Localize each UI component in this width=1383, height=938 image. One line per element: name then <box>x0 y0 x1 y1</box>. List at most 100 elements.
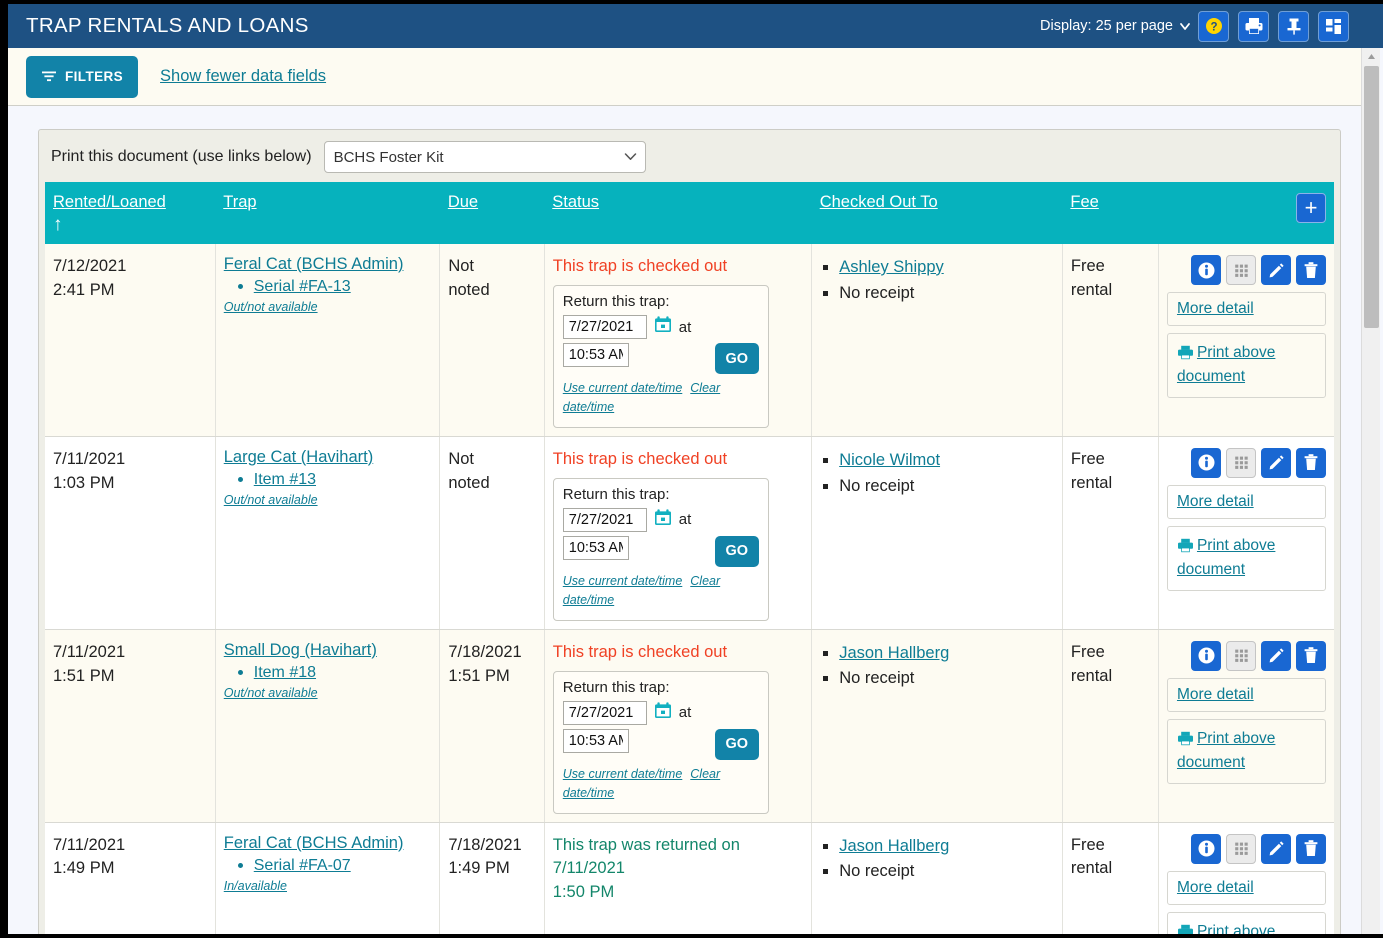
column-header-checked-out-to: Checked Out To <box>811 182 1063 244</box>
list-item: Nicole Wilmot <box>839 448 1054 473</box>
return-date-input[interactable] <box>562 507 647 532</box>
info-button[interactable] <box>1191 447 1221 478</box>
return-go-button[interactable]: GO <box>714 535 759 567</box>
document-panel: Print this document (use links below) BC… <box>38 129 1341 938</box>
more-detail-link[interactable]: More detail <box>1177 493 1254 510</box>
trap-item-link[interactable]: Item #18 <box>254 664 316 681</box>
edit-button[interactable] <box>1261 255 1291 285</box>
column-header-label[interactable]: Fee <box>1070 193 1098 211</box>
trap-availability-link[interactable]: Out/not available <box>224 493 318 507</box>
print-document-box[interactable]: Print above document <box>1166 525 1326 591</box>
edit-button[interactable] <box>1261 447 1291 478</box>
return-go-button[interactable]: GO <box>714 728 759 760</box>
use-current-datetime-link[interactable]: Use current date/time <box>563 381 683 395</box>
grid-icon <box>1233 647 1250 664</box>
grid-icon <box>1233 454 1250 471</box>
delete-button[interactable] <box>1296 447 1326 478</box>
scrollbar-thumb[interactable] <box>1364 66 1379 328</box>
calendar-icon[interactable] <box>654 702 672 724</box>
layout-button[interactable] <box>1318 10 1349 42</box>
checked-out-person-link[interactable]: Jason Hallberg <box>839 644 949 662</box>
print-document-box[interactable]: Print above document <box>1166 718 1326 784</box>
cell-rented-loaned: 7/11/2021 1:03 PM <box>45 436 216 630</box>
grid-button[interactable] <box>1226 640 1256 671</box>
trap-name-link[interactable]: Feral Cat (BCHS Admin) <box>224 834 404 852</box>
rented-time: 2:41 PM <box>53 280 115 299</box>
column-header-label[interactable]: Checked Out To <box>820 193 938 211</box>
grid-button[interactable] <box>1226 447 1256 478</box>
return-date-input[interactable] <box>562 700 647 725</box>
more-detail-link[interactable]: More detail <box>1177 300 1254 317</box>
checked-out-person-link[interactable]: Nicole Wilmot <box>839 451 940 469</box>
more-detail-link[interactable]: More detail <box>1177 686 1254 703</box>
list-item: Jason Hallberg <box>839 834 1054 859</box>
rented-date: 7/11/2021 <box>53 449 126 468</box>
return-date-input[interactable] <box>562 315 647 340</box>
more-detail-link[interactable]: More detail <box>1177 879 1254 896</box>
use-current-datetime-link[interactable]: Use current date/time <box>563 767 683 781</box>
filter-funnel-icon <box>41 70 57 83</box>
delete-button[interactable] <box>1296 640 1326 671</box>
printer-icon <box>1177 345 1193 360</box>
return-time-input[interactable] <box>562 343 629 368</box>
info-button[interactable] <box>1191 833 1221 864</box>
return-time-input[interactable] <box>562 535 629 560</box>
checked-out-person-link[interactable]: Ashley Shippy <box>839 258 944 276</box>
pencil-icon <box>1267 646 1286 665</box>
list-item: Ashley Shippy <box>839 255 1054 280</box>
return-time-input[interactable] <box>562 728 629 753</box>
table-row: 7/11/2021 1:03 PM Large Cat (Havihart) Item… <box>45 436 1334 630</box>
calendar-icon[interactable] <box>654 509 672 531</box>
delete-button[interactable] <box>1296 255 1326 285</box>
fee-line-1: Free <box>1070 835 1105 854</box>
delete-button[interactable] <box>1296 833 1326 864</box>
trap-availability-link[interactable]: In/available <box>224 879 287 893</box>
vertical-scrollbar[interactable] <box>1361 48 1380 938</box>
document-select[interactable]: BCHS Foster Kit <box>323 141 646 173</box>
more-detail-box[interactable]: More detail <box>1166 870 1326 905</box>
app-screen: TRAP RENTALS AND LOANS Display: 25 per p… <box>0 0 1383 938</box>
more-detail-box[interactable]: More detail <box>1166 292 1326 326</box>
use-current-datetime-link[interactable]: Use current date/time <box>563 574 683 588</box>
trap-name-link[interactable]: Small Dog (Havihart) <box>224 641 377 659</box>
trap-availability-link[interactable]: Out/not available <box>224 300 318 314</box>
trap-availability-link[interactable]: Out/not available <box>224 686 318 700</box>
grid-button[interactable] <box>1226 255 1256 285</box>
trap-item-link[interactable]: Serial #FA-13 <box>254 278 351 295</box>
cell-fee: Free rental <box>1061 244 1159 437</box>
show-fewer-data-fields-link[interactable]: Show fewer data fields <box>160 67 326 86</box>
print-document-box[interactable]: Print above document <box>1166 333 1326 399</box>
trap-name-link[interactable]: Feral Cat (BCHS Admin) <box>224 255 404 273</box>
column-header-label[interactable]: Due <box>448 193 478 211</box>
info-button[interactable] <box>1191 255 1221 285</box>
receipt-status: No receipt <box>839 283 915 302</box>
column-header-label[interactable]: Status <box>552 193 599 211</box>
add-rental-button[interactable]: + <box>1296 193 1326 223</box>
pencil-icon <box>1267 839 1286 858</box>
print-button[interactable] <box>1238 10 1269 42</box>
at-label: at <box>678 511 692 529</box>
scroll-up-arrow-icon[interactable] <box>1362 48 1380 65</box>
pin-button[interactable] <box>1278 10 1309 42</box>
trap-name-link[interactable]: Large Cat (Havihart) <box>224 448 373 466</box>
display-per-page-selector[interactable]: Display: 25 per page <box>1040 18 1190 34</box>
more-detail-box[interactable]: More detail <box>1166 484 1326 519</box>
more-detail-box[interactable]: More detail <box>1166 677 1326 712</box>
cell-due: Not noted <box>439 436 545 630</box>
at-label: at <box>678 318 692 336</box>
cell-rented-loaned: 7/11/2021 1:51 PM <box>45 629 216 823</box>
edit-button[interactable] <box>1261 833 1291 864</box>
help-button[interactable]: ? <box>1198 10 1229 42</box>
edit-button[interactable] <box>1261 640 1291 671</box>
filters-button[interactable]: FILTERS <box>26 55 139 98</box>
trap-item-link[interactable]: Item #13 <box>254 471 316 488</box>
checked-out-person-link[interactable]: Jason Hallberg <box>839 837 949 855</box>
trap-item-link[interactable]: Serial #FA-07 <box>254 857 351 874</box>
row-action-buttons <box>1167 447 1326 478</box>
grid-button[interactable] <box>1226 833 1256 864</box>
calendar-icon[interactable] <box>654 316 672 338</box>
return-go-button[interactable]: GO <box>714 343 759 375</box>
column-header-label[interactable]: Rented/Loaned <box>53 193 166 211</box>
column-header-label[interactable]: Trap <box>223 193 256 211</box>
info-button[interactable] <box>1191 640 1221 671</box>
